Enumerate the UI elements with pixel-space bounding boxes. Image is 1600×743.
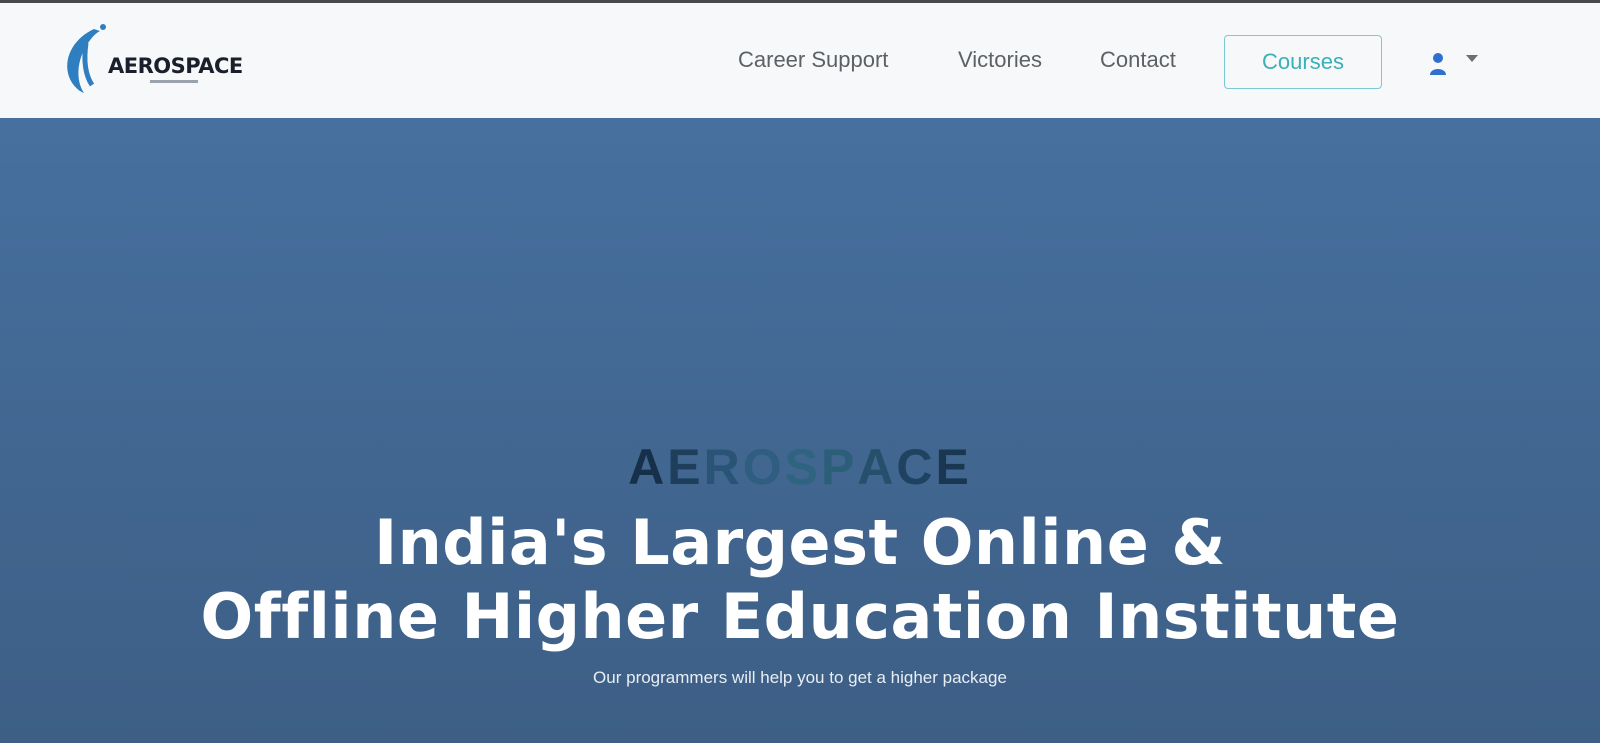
logo-tagline-mark [150, 80, 198, 83]
logo-wordmark: AEROSPACE [108, 54, 243, 78]
hero-brand-letter: S [784, 439, 821, 495]
navbar: AEROSPACE Career Support Victories Conta… [0, 3, 1600, 118]
hero-brand-letter: E [667, 439, 704, 495]
hero-brand-letter: A [857, 439, 897, 495]
chevron-down-icon [1466, 55, 1478, 62]
hero-title: India's Largest Online & Offline Higher … [0, 506, 1600, 654]
hero-title-line-1: India's Largest Online & [374, 506, 1226, 579]
nav-victories[interactable]: Victories [958, 47, 1042, 73]
hero-brand-letter: R [703, 439, 743, 495]
user-icon [1430, 53, 1446, 75]
courses-button[interactable]: Courses [1224, 35, 1382, 89]
hero-title-line-2: Offline Higher Education Institute [200, 580, 1400, 653]
user-menu-dropdown[interactable] [1424, 49, 1484, 79]
brand-logo[interactable]: AEROSPACE [54, 21, 244, 101]
hero-brand-letter: O [742, 439, 785, 495]
hero-brand-letter: A [628, 439, 668, 495]
hero-brand-letter: E [935, 439, 972, 495]
hero-brand-letter: C [896, 439, 936, 495]
hero-brand-letter: P [820, 439, 858, 495]
hero-subtitle: Our programmers will help you to get a h… [593, 668, 1007, 687]
nav-career-support[interactable]: Career Support [738, 47, 888, 73]
logo-emblem-icon [67, 24, 106, 93]
hero-section: AEROSPACE India's Largest Online & Offli… [0, 118, 1600, 743]
hero-brand-heading: AEROSPACE [0, 438, 1600, 496]
nav-contact[interactable]: Contact [1100, 47, 1176, 73]
